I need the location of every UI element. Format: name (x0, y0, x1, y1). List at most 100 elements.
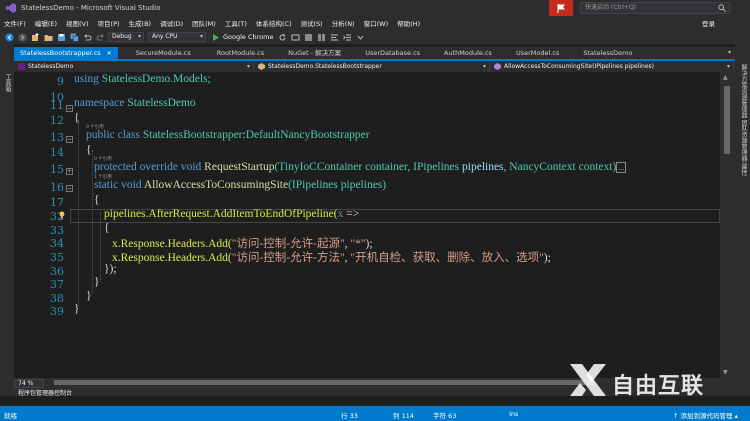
menu-file[interactable]: 文件(F) (4, 18, 26, 28)
toolbar-overflow-icon[interactable] (355, 32, 365, 42)
status-character: 字符 63 (433, 412, 457, 420)
start-debugging-icon[interactable] (210, 32, 220, 42)
close-icon[interactable]: ✕ (107, 50, 112, 57)
tab-usermodel[interactable]: UserModel.cs (510, 47, 565, 59)
code-line-40: } (74, 303, 80, 315)
closing-statement: }); (104, 263, 117, 275)
tab-overflow-icon[interactable]: ▾ (728, 47, 731, 59)
menu-tools[interactable]: 工具(T) (225, 18, 247, 28)
browser-link-icon[interactable] (290, 32, 300, 42)
string-literal: "开机自检、获取、删除、放入、选项" (350, 252, 544, 264)
code-editor[interactable]: 9 10 11 12 13 14 15 16 17 32 33 34 35 36… (14, 72, 720, 378)
terminator: ); (543, 252, 551, 264)
fold-toggle[interactable]: − (66, 185, 73, 192)
line-number: 38 (50, 292, 64, 305)
add-to-source-control-button[interactable]: ↑ 添加到源代码管理 ▴ (673, 410, 738, 420)
class-dropdown-value: StatelessDemo.StatelessBootstrapper (268, 62, 382, 70)
code-line-39: } (86, 290, 92, 302)
tab-nuget[interactable]: NuGet - 解决方案 (282, 47, 347, 59)
brace: } (86, 290, 92, 302)
lightbulb-icon[interactable] (58, 211, 66, 219)
toolbar: Debug Any CPU Google Chrome (0, 30, 750, 44)
status-ready: 就绪 (4, 412, 17, 420)
menu-team[interactable]: 团队(M) (192, 18, 216, 28)
project-dropdown-value: StatelessDemo (28, 62, 74, 70)
fold-toggle[interactable]: − (66, 136, 73, 143)
toolbar-icon-b[interactable] (316, 32, 326, 42)
menu-bar: 文件(F) 编辑(E) 视图(V) 项目(P) 生成(B) 调试(D) 团队(M… (0, 16, 750, 30)
refresh-icon[interactable] (277, 32, 287, 42)
code-line-38: } (94, 276, 100, 288)
tab-securemodule[interactable]: SecureModule.cs (130, 47, 197, 59)
right-tool-strip: 解决方案资源管理器 团队资源管理器 属性 (735, 44, 750, 396)
back-icon[interactable] (4, 32, 14, 42)
csharp-project-icon (18, 62, 25, 70)
method-icon (494, 62, 501, 70)
collapsed-region[interactable]: ... (616, 161, 627, 173)
fold-toggle[interactable]: + (66, 168, 73, 175)
toggle-comment-icon[interactable] (329, 32, 339, 42)
menu-build[interactable]: 生成(B) (129, 18, 152, 28)
horizontal-scrollbar-thumb[interactable] (54, 380, 594, 385)
tab-label: StatelessBootstrapper.cs (20, 49, 101, 57)
fold-toggle[interactable]: − (66, 105, 73, 112)
zoom-level-select[interactable]: 74 % (14, 378, 44, 388)
vertical-scrollbar[interactable]: ▲ ▼ (720, 72, 735, 378)
menu-test[interactable]: 测试(S) (301, 18, 323, 28)
tab-label: NuGet - 解决方案 (288, 49, 342, 57)
toolbox-strip: 工具箱 (0, 44, 14, 396)
toolbox-tab[interactable]: 工具箱 (3, 74, 12, 92)
toolbar-icon-a[interactable] (303, 32, 313, 42)
tab-label: UserDatabase.cs (365, 49, 421, 57)
class-dropdown[interactable]: StatelessDemo.StatelessBootstrapper (254, 61, 490, 72)
menu-view[interactable]: 视图(V) (66, 18, 89, 28)
line-number: 9 (57, 75, 64, 88)
code-line-37: }); (104, 263, 117, 275)
status-bar: 就绪 行 33 列 114 字符 63 Ins ↑ 添加到源代码管理 ▴ (0, 406, 750, 421)
code-line-14: { (86, 144, 92, 156)
new-project-icon[interactable] (30, 32, 40, 42)
configuration-select[interactable]: Debug (108, 32, 144, 42)
menu-window[interactable]: 窗口(W) (364, 18, 389, 28)
member-dropdown[interactable]: AllowAccessToConsumingSite(IPipelines pi… (490, 61, 734, 72)
right-tool-tabs[interactable]: 解决方案资源管理器 团队资源管理器 属性 (739, 64, 748, 176)
menu-help[interactable]: 帮助(H) (397, 18, 420, 28)
line-number: 13 (50, 131, 64, 144)
project-dropdown[interactable]: StatelessDemo (14, 61, 254, 72)
notification-flag-icon[interactable] (549, 0, 573, 16)
tab-statelessdemo[interactable]: StatelessDemo (577, 47, 638, 59)
redo-icon[interactable] (95, 32, 105, 42)
forward-icon[interactable] (17, 32, 27, 42)
package-manager-console-tab[interactable]: 程序包管理器控制台 (18, 388, 72, 397)
quick-launch-input[interactable]: 快速启动 (Ctrl+Q) (580, 2, 730, 14)
menu-analyze[interactable]: 分析(N) (332, 18, 355, 28)
tab-statelessbootstrapper[interactable]: StatelessBootstrapper.cs ✕ (14, 47, 118, 59)
line-number: 36 (50, 265, 64, 278)
save-icon[interactable] (56, 32, 66, 42)
tab-authmodule[interactable]: AuthModule.cs (438, 47, 498, 59)
indent-guide (100, 212, 101, 282)
menu-debug[interactable]: 调试(D) (160, 18, 183, 28)
line-number: 14 (50, 146, 64, 159)
scroll-up-icon[interactable]: ▲ (723, 74, 728, 81)
save-all-icon[interactable] (69, 32, 79, 42)
watermark-text: 自由互联 (612, 374, 705, 399)
indent-icon[interactable] (342, 32, 352, 42)
line-number: 32 (50, 210, 64, 223)
method-name: RequestStartup (204, 161, 275, 173)
window-title: StatelessDemo - Microsoft Visual Studio (21, 4, 161, 12)
run-target-button[interactable]: Google Chrome (223, 33, 273, 41)
platform-select[interactable]: Any CPU (148, 32, 206, 42)
menu-project[interactable]: 项目(P) (98, 18, 120, 28)
open-file-icon[interactable] (43, 32, 53, 42)
menu-edit[interactable]: 编辑(E) (35, 18, 57, 28)
line-number: 12 (50, 114, 64, 127)
menu-architecture[interactable]: 体系结构(C) (256, 18, 292, 28)
undo-icon[interactable] (82, 32, 92, 42)
tab-rootmodule[interactable]: RootModule.cs (211, 47, 270, 59)
login-link[interactable]: 登录 (702, 18, 715, 28)
tab-userdatabase[interactable]: UserDatabase.cs (359, 47, 426, 59)
scrollbar-thumb[interactable] (724, 86, 730, 154)
keyword: using (74, 73, 99, 85)
brace: { (104, 222, 110, 234)
